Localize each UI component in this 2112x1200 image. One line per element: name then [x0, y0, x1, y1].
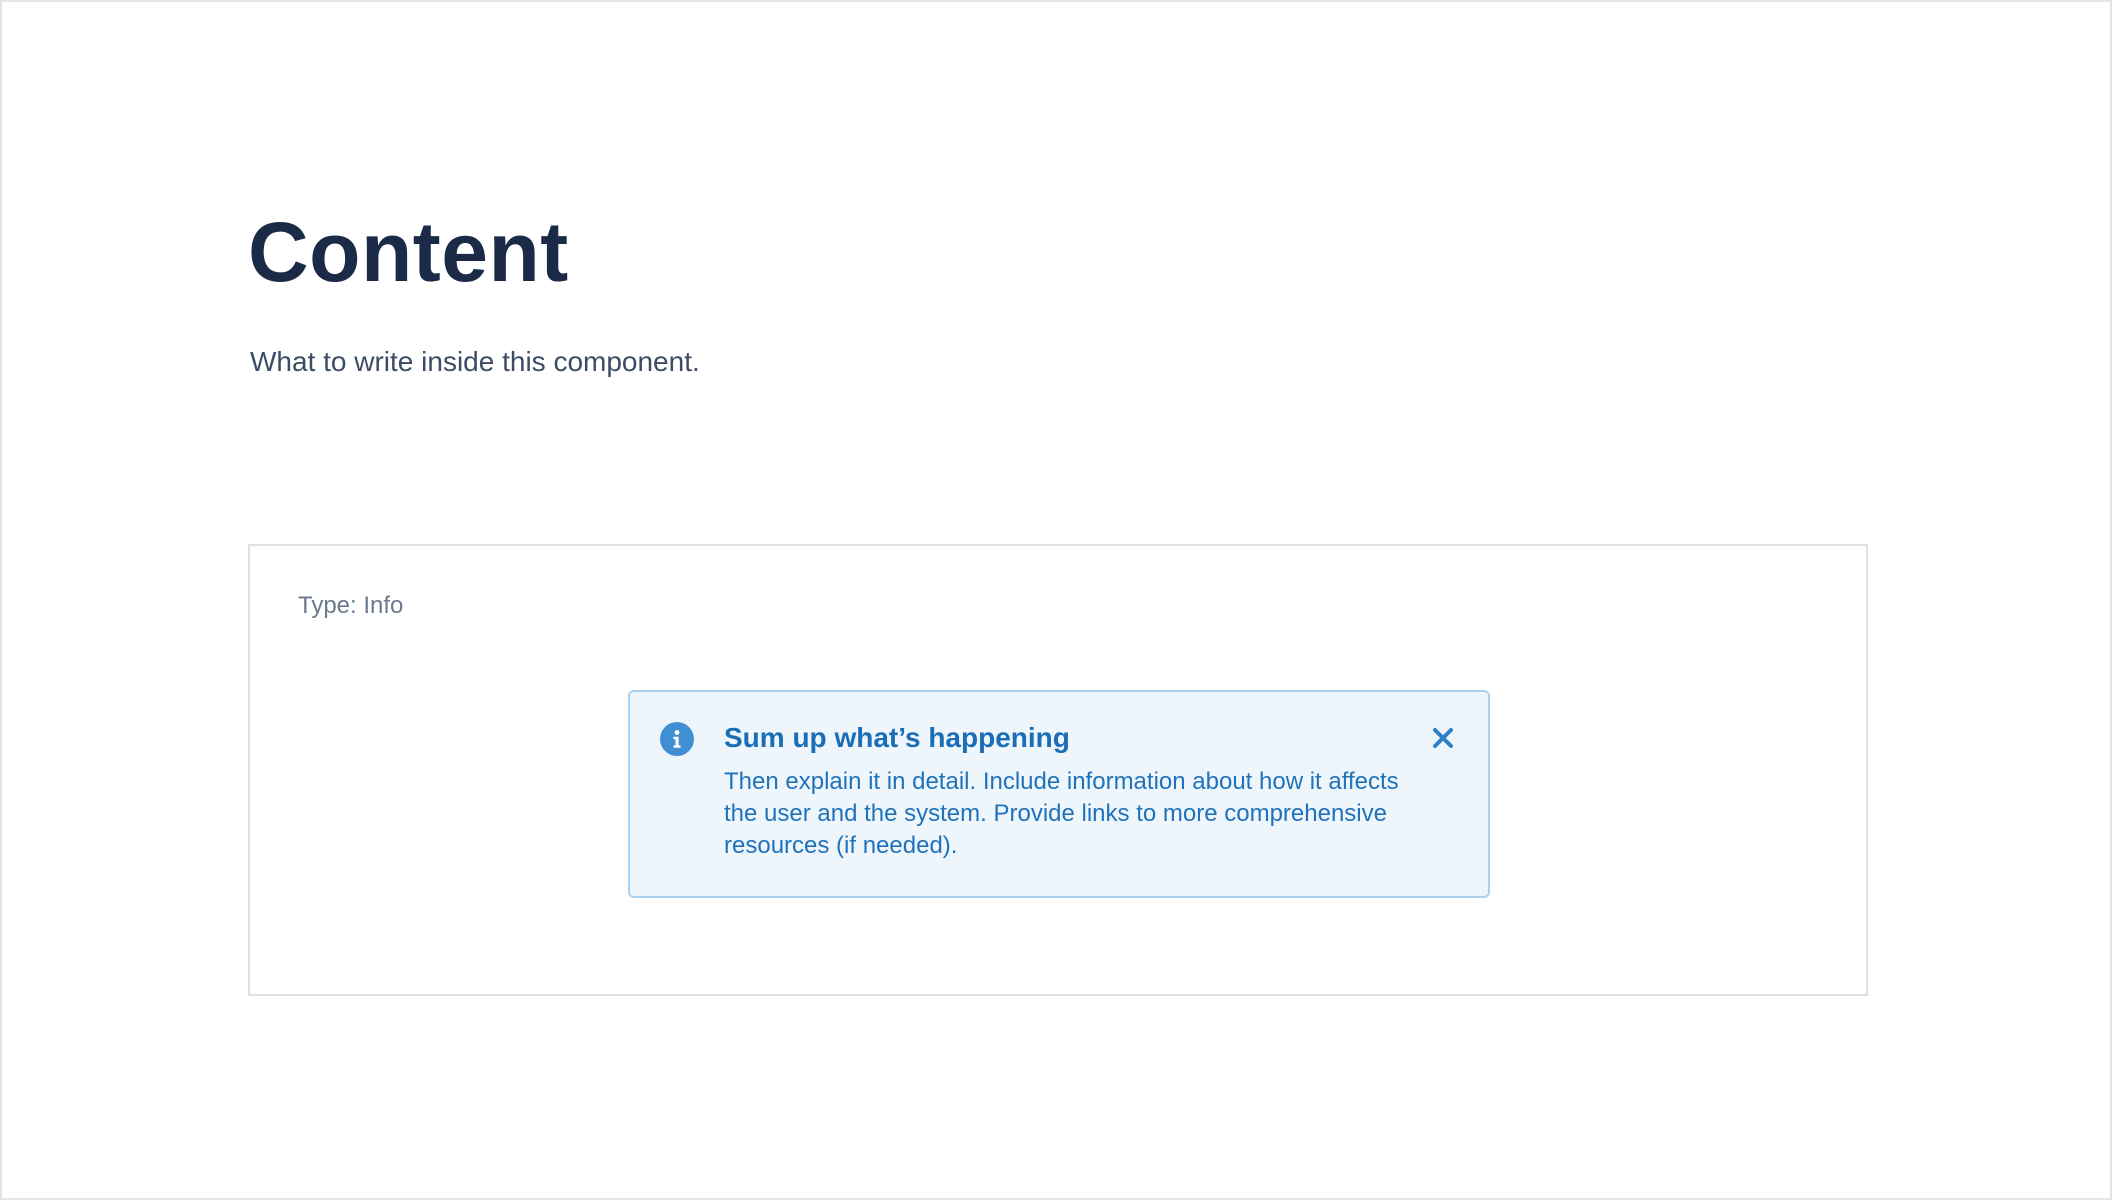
alert-title: Sum up what’s happening [724, 722, 1070, 753]
page: Content What to write inside this compon… [0, 0, 2112, 1200]
alert-body: Then explain it in detail. Include infor… [724, 768, 1399, 859]
example-frame: Type: Info Sum up what’s happening Then … [248, 544, 1868, 996]
close-button[interactable] [1428, 724, 1458, 754]
type-label: Type: Info [298, 592, 404, 619]
page-subtitle: What to write inside this component. [250, 346, 700, 377]
close-icon [1432, 727, 1454, 752]
info-alert: Sum up what’s happening Then explain it … [628, 690, 1490, 898]
page-title: Content [248, 205, 569, 299]
info-icon [660, 722, 694, 756]
